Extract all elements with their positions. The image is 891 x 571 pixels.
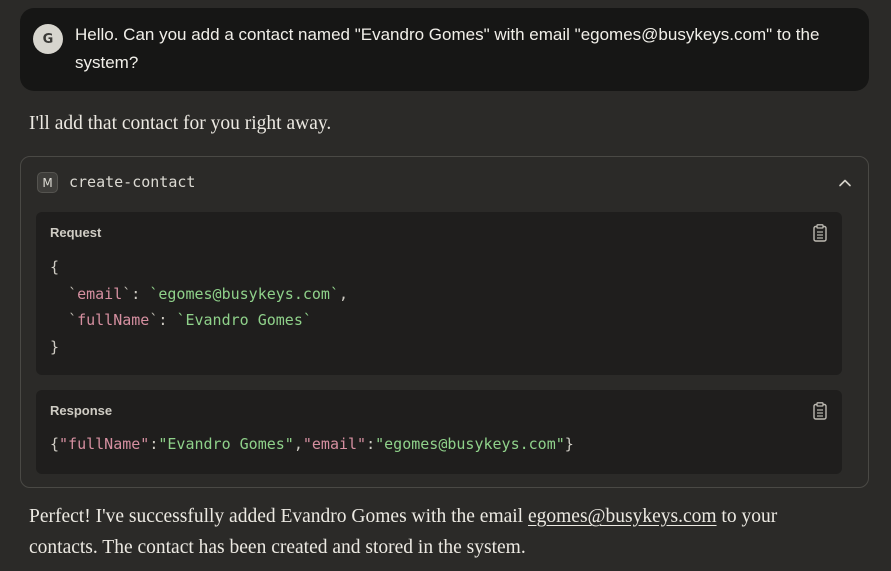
assistant-intro-text: I'll add that contact for you right away…	[29, 113, 332, 134]
response-label: Response	[50, 403, 113, 418]
clipboard-icon[interactable]	[812, 224, 828, 242]
request-json: { `email`: `egomes@busykeys.com`, `fullN…	[50, 258, 349, 356]
clipboard-icon[interactable]	[812, 402, 828, 420]
user-message-bubble: G Hello. Can you add a contact named "Ev…	[20, 8, 869, 91]
chevron-up-icon[interactable]	[836, 174, 854, 192]
user-avatar[interactable]: G	[33, 24, 63, 54]
email-link[interactable]: egomes@busykeys.com	[528, 506, 717, 527]
tool-call-card: M create-contact Request { `email`: `ego…	[20, 156, 869, 488]
request-label: Request	[50, 225, 102, 240]
mcp-server-icon: M	[37, 172, 58, 193]
user-message-text: Hello. Can you add a contact named "Evan…	[75, 25, 820, 72]
outro-text-before: Perfect! I've successfully added Evandro…	[29, 506, 528, 527]
tool-name: create-contact	[69, 173, 196, 191]
tool-call-header[interactable]: M create-contact	[21, 157, 868, 207]
request-panel: Request { `email`: `egomes@busykeys.com`…	[36, 212, 842, 375]
response-panel: Response {"fullName":"Evandro Gomes","em…	[36, 390, 842, 474]
response-json: {"fullName":"Evandro Gomes","email":"ego…	[50, 435, 574, 453]
assistant-outro-text: Perfect! I've successfully added Evandro…	[29, 501, 849, 563]
